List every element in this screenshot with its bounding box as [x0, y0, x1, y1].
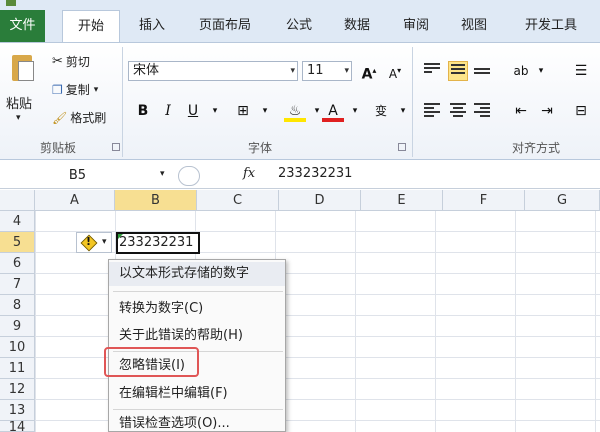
- merge-center-icon[interactable]: ⊟: [570, 100, 592, 122]
- italic-button[interactable]: I: [157, 100, 179, 122]
- decrease-indent-icon[interactable]: ⇤: [510, 100, 532, 122]
- menu-item-error-checking-options[interactable]: 错误检查选项(O)...: [109, 412, 285, 432]
- font-color-icon[interactable]: A: [322, 100, 344, 122]
- align-left-icon[interactable]: [422, 101, 442, 121]
- tab-home[interactable]: 开始: [62, 10, 120, 43]
- font-launcher-icon[interactable]: [398, 143, 406, 151]
- tab-file[interactable]: 文件: [0, 10, 45, 42]
- name-box[interactable]: B5: [0, 165, 155, 187]
- clipboard-launcher-icon[interactable]: [112, 143, 120, 151]
- alignment-group-label: 对齐方式: [511, 141, 560, 155]
- phonetic-icon[interactable]: 变: [370, 100, 392, 122]
- increase-indent-icon[interactable]: ⇥: [536, 100, 558, 122]
- chevron-down-icon: ▾: [290, 66, 295, 76]
- row-header[interactable]: 5: [0, 232, 35, 253]
- align-middle-icon[interactable]: [448, 61, 468, 81]
- ribbon: 粘贴 ▾ ✂ 剪切 ❐ 复制 ▾ 🖌 格式刷 剪贴板 宋体 ▾ 11 ▾ A▴ …: [0, 42, 600, 160]
- row-header[interactable]: 7: [0, 274, 35, 295]
- chevron-down-icon[interactable]: ▾: [530, 60, 552, 82]
- scissors-icon: ✂: [52, 54, 63, 69]
- font-name-combo[interactable]: 宋体 ▾: [128, 61, 298, 81]
- tab-view[interactable]: 视图: [450, 10, 498, 42]
- chevron-down-icon[interactable]: ▾: [392, 100, 414, 122]
- menu-item-error-help[interactable]: 关于此错误的帮助(H): [109, 324, 285, 348]
- row-header[interactable]: 11: [0, 358, 35, 379]
- select-all-corner[interactable]: [0, 190, 35, 211]
- paste-dropdown-icon[interactable]: ▾: [16, 113, 21, 123]
- error-options-menu: 以文本形式存储的数字 转换为数字(C) 关于此错误的帮助(H) 忽略错误(I) …: [108, 259, 286, 432]
- align-bottom-icon[interactable]: [472, 61, 492, 81]
- chevron-down-icon: ▾: [102, 237, 107, 247]
- column-header-a[interactable]: A: [35, 190, 115, 211]
- row-header[interactable]: 9: [0, 316, 35, 337]
- font-group-label: 字体: [247, 141, 272, 155]
- chevron-down-icon[interactable]: ▾: [204, 100, 226, 122]
- tab-data[interactable]: 数据: [333, 10, 381, 42]
- chevron-down-icon[interactable]: ▾: [160, 169, 165, 179]
- bold-button[interactable]: B: [132, 100, 154, 122]
- menu-header: 以文本形式存储的数字: [109, 262, 285, 286]
- border-icon[interactable]: ⊞: [232, 100, 254, 122]
- insert-function-icon[interactable]: fx: [243, 166, 255, 181]
- tab-page-layout[interactable]: 页面布局: [188, 10, 262, 42]
- chevron-down-icon: ▾: [93, 84, 99, 95]
- font-size-combo[interactable]: 11 ▾: [302, 61, 352, 81]
- row-header[interactable]: 10: [0, 337, 35, 358]
- row-header[interactable]: 6: [0, 253, 35, 274]
- underline-button[interactable]: U: [182, 100, 204, 122]
- menu-item-edit-in-formula-bar[interactable]: 在编辑栏中编辑(F): [109, 382, 285, 406]
- cut-button[interactable]: ✂ 剪切: [52, 53, 90, 70]
- column-header-c[interactable]: C: [197, 190, 279, 211]
- column-header-f[interactable]: F: [443, 190, 525, 211]
- column-header-b[interactable]: B: [115, 190, 197, 211]
- active-cell-b5[interactable]: 233232231: [116, 232, 200, 254]
- row-header[interactable]: 13: [0, 400, 35, 421]
- orientation-icon[interactable]: ab: [510, 60, 532, 82]
- divider: [113, 409, 283, 410]
- error-indicator-icon: [118, 234, 123, 239]
- menu-item-convert-to-number[interactable]: 转换为数字(C): [109, 297, 285, 321]
- fill-color-icon[interactable]: ♨: [284, 100, 306, 122]
- divider: [113, 291, 283, 292]
- chevron-down-icon[interactable]: ▾: [254, 100, 276, 122]
- chevron-down-icon[interactable]: ▾: [344, 100, 366, 122]
- tab-formulas[interactable]: 公式: [275, 10, 323, 42]
- brush-icon: 🖌: [52, 110, 68, 125]
- formula-input[interactable]: 233232231: [278, 166, 352, 181]
- column-header-g[interactable]: G: [525, 190, 600, 211]
- align-right-icon[interactable]: [472, 101, 492, 121]
- tab-review[interactable]: 审阅: [392, 10, 440, 42]
- chevron-down-icon: ▾: [344, 66, 349, 76]
- align-top-icon[interactable]: [422, 61, 442, 81]
- error-smart-tag-button[interactable]: ! ▾: [76, 232, 112, 253]
- decrease-font-icon[interactable]: A▾: [384, 60, 406, 82]
- tab-insert[interactable]: 插入: [128, 10, 176, 42]
- copy-button[interactable]: ❐ 复制 ▾: [52, 81, 98, 98]
- row-header[interactable]: 8: [0, 295, 35, 316]
- excel-logo-icon: [6, 0, 16, 6]
- column-header-d[interactable]: D: [279, 190, 361, 211]
- align-center-icon[interactable]: [448, 101, 468, 121]
- tab-developer[interactable]: 开发工具: [515, 10, 587, 42]
- row-header[interactable]: 14: [0, 421, 35, 432]
- formula-bar: B5 ▾ fx 233232231: [0, 163, 600, 189]
- title-bar: [0, 0, 600, 10]
- paste-icon[interactable]: [10, 53, 34, 83]
- copy-icon: ❐: [52, 82, 63, 97]
- row-header[interactable]: 12: [0, 379, 35, 400]
- divider: [122, 47, 123, 157]
- ribbon-tabs: 文件 开始 插入 页面布局 公式 数据 审阅 视图 开发工具: [0, 10, 600, 43]
- increase-font-icon[interactable]: A▴: [358, 60, 380, 83]
- row-header[interactable]: 4: [0, 211, 35, 232]
- clipboard-group-label: 剪贴板: [39, 141, 76, 155]
- highlight-annotation: [104, 347, 199, 377]
- scroll-handle-icon[interactable]: [178, 166, 200, 186]
- divider: [412, 47, 413, 157]
- format-painter-button[interactable]: 🖌 格式刷: [52, 109, 106, 126]
- column-header-e[interactable]: E: [361, 190, 443, 211]
- paste-button[interactable]: 粘贴: [6, 93, 32, 112]
- wrap-text-icon[interactable]: ☰: [570, 60, 592, 82]
